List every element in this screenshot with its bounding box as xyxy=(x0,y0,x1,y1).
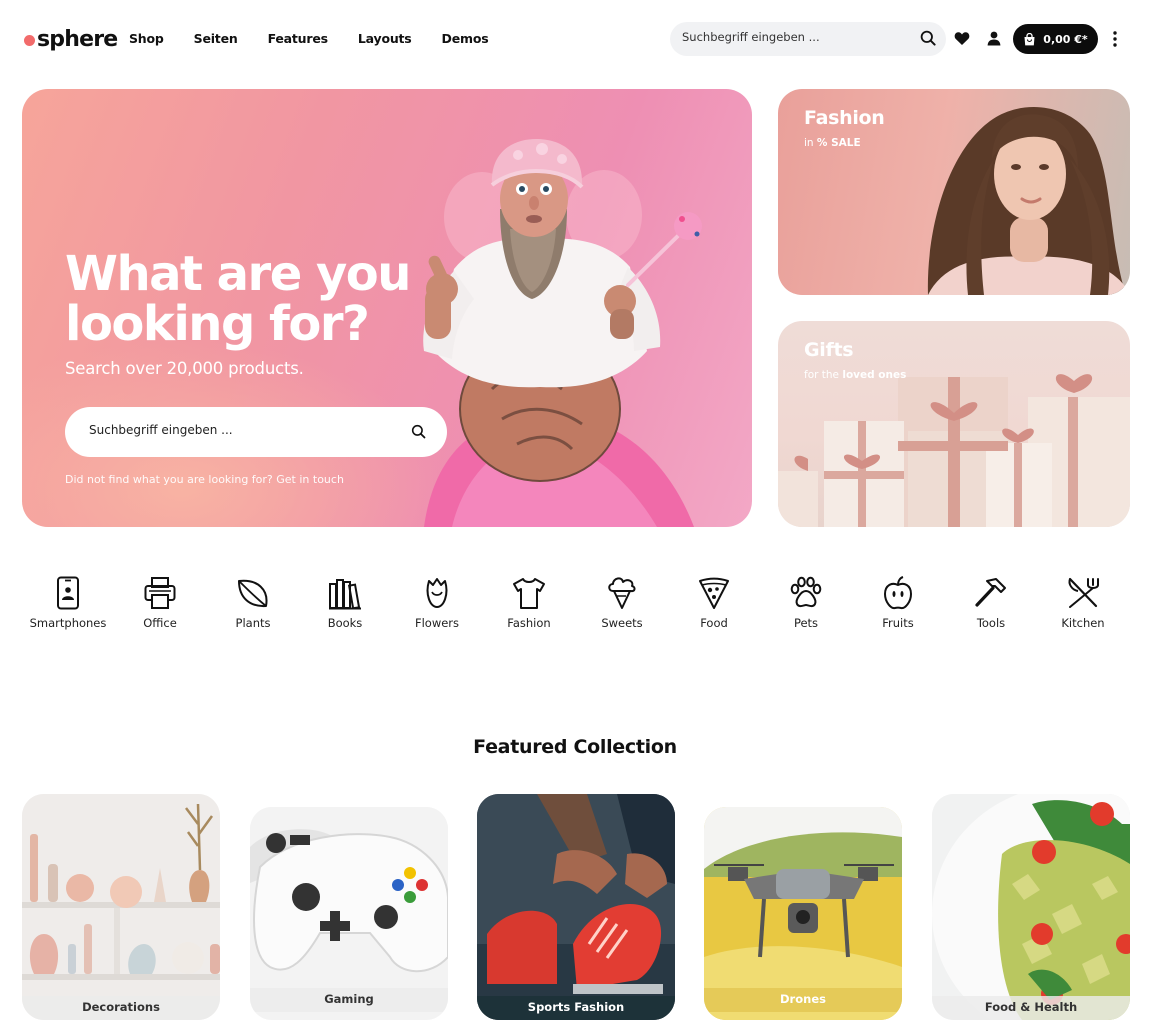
cart-total: 0,00 €* xyxy=(1043,32,1088,46)
category-label: Kitchen xyxy=(1061,616,1105,630)
promo-fashion-card[interactable]: Fashion in % SALE xyxy=(778,89,1130,295)
category-tools[interactable]: Tools xyxy=(945,576,1037,630)
tshirt-icon xyxy=(513,578,545,609)
more-menu-icon[interactable] xyxy=(1108,29,1122,53)
hero-banner: What are you looking for? Search over 20… xyxy=(22,89,752,527)
tile-label: Food & Health xyxy=(932,996,1130,1020)
tile-label: Decorations xyxy=(22,996,220,1020)
header-search-box xyxy=(670,22,946,56)
nav-item-shop[interactable]: Shop xyxy=(129,31,164,46)
nav-item-layouts[interactable]: Layouts xyxy=(358,31,412,46)
smartphone-icon xyxy=(57,576,79,610)
category-label: Office xyxy=(143,616,177,630)
heart-icon[interactable] xyxy=(954,31,970,50)
books-icon xyxy=(329,579,361,610)
category-food[interactable]: Food xyxy=(668,576,760,630)
rose-icon xyxy=(426,578,448,608)
nav-item-seiten[interactable]: Seiten xyxy=(194,31,238,46)
promo-gifts-subtitle: for the loved ones xyxy=(804,369,907,381)
promo-fashion-subtitle: in % SALE xyxy=(804,137,861,149)
tile-label: Drones xyxy=(704,988,902,1012)
category-label: Flowers xyxy=(414,616,460,630)
hero-subtitle: Search over 20,000 products. xyxy=(65,359,304,378)
header-search-input[interactable] xyxy=(682,30,912,44)
category-smartphones[interactable]: Smartphones xyxy=(22,576,114,630)
category-office[interactable]: Office xyxy=(114,576,206,630)
tile-label: Sports Fashion xyxy=(477,996,675,1020)
hero-title: What are you looking for? xyxy=(65,246,411,352)
decorations-image xyxy=(22,794,220,1020)
category-bar: Smartphones Office Plants Books Flowers … xyxy=(22,576,1130,636)
apple-icon xyxy=(883,576,913,610)
category-kitchen[interactable]: Kitchen xyxy=(1037,576,1129,630)
user-icon[interactable] xyxy=(987,31,1001,50)
logo[interactable]: sphere xyxy=(24,24,118,54)
main-nav: Shop Seiten Features Layouts Demos xyxy=(129,31,489,46)
shopping-bag-icon xyxy=(1024,32,1035,45)
category-books[interactable]: Books xyxy=(299,576,391,630)
category-label: Plants xyxy=(235,616,271,630)
hammer-icon xyxy=(975,578,1006,607)
site-header: sphere Shop Seiten Features Layouts Demo… xyxy=(0,0,1150,80)
tile-decorations[interactable]: Decorations xyxy=(22,794,220,1020)
paw-icon xyxy=(790,576,822,608)
logo-text: sphere xyxy=(37,26,118,52)
search-icon[interactable] xyxy=(920,30,936,50)
nav-item-features[interactable]: Features xyxy=(268,31,329,46)
leaf-icon xyxy=(238,579,268,608)
tile-drones[interactable]: Drones xyxy=(704,807,902,1020)
category-label: Food xyxy=(700,616,728,630)
cart-button[interactable]: 0,00 €* xyxy=(1013,24,1098,54)
printer-icon xyxy=(144,577,176,609)
hero-search-input[interactable] xyxy=(89,423,389,437)
tile-food-health[interactable]: Food & Health xyxy=(932,794,1130,1020)
category-label: Sweets xyxy=(601,616,643,630)
promo-fashion-title: Fashion xyxy=(804,107,885,129)
category-sweets[interactable]: Sweets xyxy=(576,576,668,630)
category-plants[interactable]: Plants xyxy=(207,576,299,630)
hero-search-box xyxy=(65,407,447,457)
category-label: Pets xyxy=(793,616,819,630)
tile-label: Gaming xyxy=(250,988,448,1012)
nav-item-demos[interactable]: Demos xyxy=(442,31,489,46)
sports-fashion-image xyxy=(477,794,675,1020)
promo-gifts-card[interactable]: Gifts for the loved ones xyxy=(778,321,1130,527)
logo-mark xyxy=(24,34,35,46)
category-label: Tools xyxy=(976,616,1006,630)
category-pets[interactable]: Pets xyxy=(760,576,852,630)
contact-link[interactable]: Did not find what you are looking for? G… xyxy=(65,473,344,486)
category-label: Fashion xyxy=(507,616,551,630)
pizza-icon xyxy=(699,577,729,609)
hero-search-icon[interactable] xyxy=(411,424,426,443)
featured-collection-title: Featured Collection xyxy=(473,736,677,758)
promo-gifts-title: Gifts xyxy=(804,339,854,361)
ice-cream-icon xyxy=(608,577,636,609)
tile-sports-fashion[interactable]: Sports Fashion xyxy=(477,794,675,1020)
food-health-image xyxy=(932,794,1130,1020)
category-fruits[interactable]: Fruits xyxy=(852,576,944,630)
tile-gaming[interactable]: Gaming xyxy=(250,807,448,1020)
category-label: Smartphones xyxy=(29,616,107,630)
category-label: Books xyxy=(327,616,363,630)
category-label: Fruits xyxy=(882,616,914,630)
cutlery-icon xyxy=(1068,577,1099,608)
category-fashion[interactable]: Fashion xyxy=(483,576,575,630)
category-flowers[interactable]: Flowers xyxy=(391,576,483,630)
